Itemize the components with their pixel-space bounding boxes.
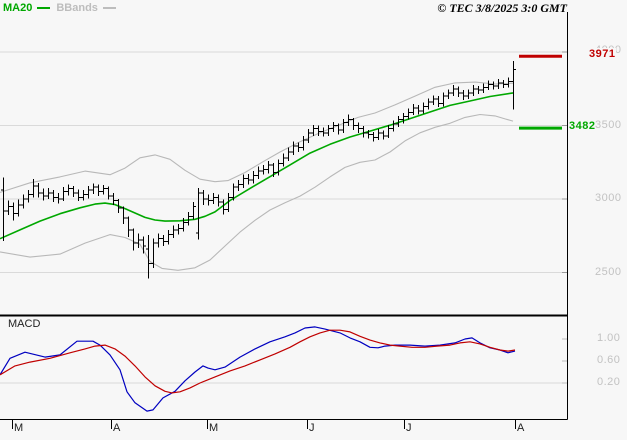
chart-window: MA20 BBands © TEC 3/8/2025 3:0 GMT 4000 … (0, 0, 627, 440)
price-macd-chart (0, 12, 568, 429)
x-tick-may: M (209, 422, 219, 434)
x-tick-june: J (309, 422, 315, 434)
y-tick-2500: 2500 (595, 266, 622, 278)
x-tick-march: M (14, 422, 24, 434)
x-tick-april: A (113, 422, 121, 434)
macd-panel-title: MACD (8, 318, 41, 330)
y-tick-3500: 3500 (595, 119, 622, 131)
x-tick-july: J (406, 422, 412, 434)
y-tick-3000: 3000 (595, 192, 622, 204)
legend: MA20 BBands (3, 2, 122, 14)
macd-tick-020: 0.20 (597, 376, 621, 388)
legend-ma20-label: MA20 (3, 2, 33, 14)
level-lines (519, 54, 562, 130)
copyright-timestamp: © TEC 3/8/2025 3:0 GMT (437, 1, 567, 15)
legend-bbands-label: BBands (56, 2, 98, 14)
axis-frame (0, 12, 568, 429)
macd-tick-060: 0.60 (597, 354, 621, 366)
gridlines (0, 51, 567, 384)
overlay-lines (0, 81, 514, 271)
bbands-line-swatch (102, 7, 116, 9)
macd-lines (0, 326, 516, 412)
ma20-line-swatch (37, 7, 51, 9)
x-tick-august: A (517, 422, 525, 434)
support-level-label: 3482 (569, 120, 596, 132)
resistance-level-label: 3971 (588, 48, 617, 61)
macd-tick-100: 1.00 (597, 332, 621, 344)
